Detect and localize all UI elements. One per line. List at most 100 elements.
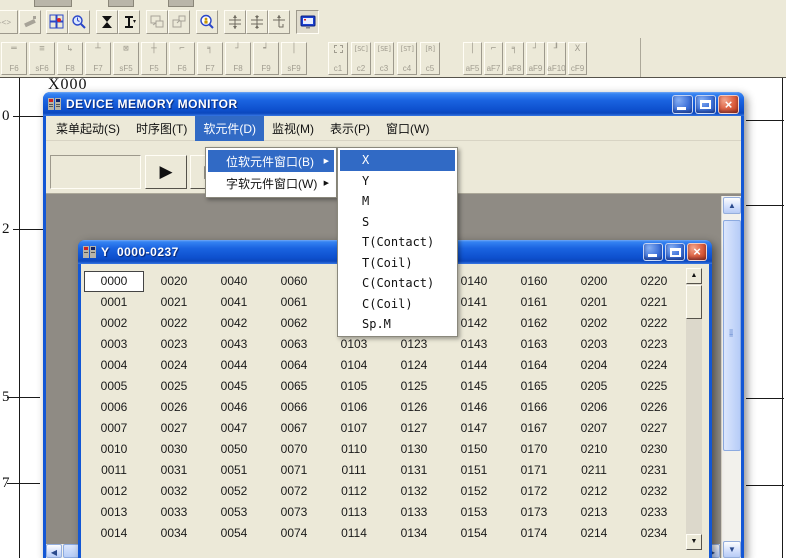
ladder-af8-button[interactable]: ╕aF8 <box>505 42 524 75</box>
grid-cell[interactable]: 0127 <box>384 418 444 439</box>
ladder-f9-button[interactable]: ┙F9 <box>253 42 279 75</box>
grid-scroll-up-button[interactable]: ▲ <box>686 268 702 284</box>
grid-cell[interactable]: 0151 <box>444 460 504 481</box>
ladder-sf9-button[interactable]: │sF9 <box>281 42 307 75</box>
submenu-item-m[interactable]: M <box>340 191 455 212</box>
grid-cell[interactable]: 0012 <box>84 481 144 502</box>
grid-cell[interactable]: 0145 <box>444 376 504 397</box>
grid-cell[interactable]: 0226 <box>624 397 684 418</box>
grid-cell[interactable]: 0006 <box>84 397 144 418</box>
grid-cell[interactable]: 0044 <box>204 355 264 376</box>
grid-cell[interactable]: 0002 <box>84 313 144 334</box>
grid-vertical-scrollbar[interactable]: ▲ ▼ <box>686 268 702 550</box>
menu-item-device[interactable]: 软元件(D) <box>195 116 264 141</box>
ladder-af9-button[interactable]: ┘aF9 <box>526 42 545 75</box>
grid-cell[interactable]: 0206 <box>564 397 624 418</box>
grid-cell[interactable]: 0211 <box>564 460 624 481</box>
grid-cell[interactable]: 0066 <box>264 397 324 418</box>
grid-cell[interactable]: 0160 <box>504 271 564 292</box>
dmm-minimize-button[interactable] <box>672 95 693 114</box>
grid-settings-icon[interactable] <box>46 10 68 34</box>
ladder-c2-button[interactable]: [SC]c2 <box>351 42 371 75</box>
grid-cell[interactable]: 0042 <box>204 313 264 334</box>
grid-cell[interactable]: 0032 <box>144 481 204 502</box>
grid-cell[interactable]: 0147 <box>444 418 504 439</box>
dmm-close-button[interactable]: × <box>718 95 739 114</box>
grid-cell[interactable]: 0110 <box>324 439 384 460</box>
grid-cell[interactable]: 0133 <box>384 502 444 523</box>
grid-cell[interactable]: 0060 <box>264 271 324 292</box>
grid-cell[interactable]: 0113 <box>324 502 384 523</box>
ladder-c3-button[interactable]: [SE]c3 <box>374 42 394 75</box>
grid-cell[interactable]: 0143 <box>444 334 504 355</box>
grid-cell[interactable]: 0004 <box>84 355 144 376</box>
grid-cell[interactable]: 0131 <box>384 460 444 481</box>
ladder-c5-button[interactable]: [R]c5 <box>420 42 440 75</box>
grid-cell[interactable]: 0221 <box>624 292 684 313</box>
grid-cell[interactable]: 0162 <box>504 313 564 334</box>
grid-cell[interactable]: 0054 <box>204 523 264 544</box>
grid-cell[interactable]: 0123 <box>384 334 444 355</box>
scroll-left-button[interactable]: ◀ <box>46 544 62 558</box>
grid-cell[interactable]: 0154 <box>444 523 504 544</box>
grid-cell[interactable]: 0106 <box>324 397 384 418</box>
ladder-af7-button[interactable]: ⌐aF7 <box>484 42 503 75</box>
grid-cell[interactable]: 0073 <box>264 502 324 523</box>
grid-cell[interactable]: 0132 <box>384 481 444 502</box>
ladder-f7-2-button[interactable]: ╕F7 <box>197 42 223 75</box>
grid-cell[interactable]: 0112 <box>324 481 384 502</box>
grid-cell[interactable]: 0165 <box>504 376 564 397</box>
grid-cell[interactable]: 0024 <box>144 355 204 376</box>
grid-cell[interactable]: 0230 <box>624 439 684 460</box>
submenu-item-x[interactable]: X <box>340 150 455 171</box>
grid-cell[interactable]: 0022 <box>144 313 204 334</box>
grid-cell[interactable]: 0173 <box>504 502 564 523</box>
grid-cell[interactable]: 0164 <box>504 355 564 376</box>
grid-cell[interactable]: 0033 <box>144 502 204 523</box>
menu-item-word-device-window[interactable]: 字软元件窗口(W)▶ <box>208 172 334 194</box>
ladder-convert-icon[interactable] <box>96 10 118 34</box>
grid-cell[interactable]: 0003 <box>84 334 144 355</box>
grid-cell[interactable]: 0064 <box>264 355 324 376</box>
grid-cell[interactable]: 0040 <box>204 271 264 292</box>
grid-cell[interactable]: 0233 <box>624 502 684 523</box>
menu-item-menu-start[interactable]: 菜单起动(S) <box>48 116 128 141</box>
grid-cell[interactable]: 0043 <box>204 334 264 355</box>
grid-cell[interactable]: 0232 <box>624 481 684 502</box>
ladder-f8-button[interactable]: ↳F8 <box>57 42 83 75</box>
ladder-f5-button[interactable]: ┼F5 <box>141 42 167 75</box>
grid-cell[interactable]: 0007 <box>84 418 144 439</box>
grid-cell[interactable]: 0174 <box>504 523 564 544</box>
grid-cell[interactable]: 0104 <box>324 355 384 376</box>
grid-cell[interactable]: 0200 <box>564 271 624 292</box>
grid-cell[interactable]: 0034 <box>144 523 204 544</box>
grid-cell[interactable]: 0171 <box>504 460 564 481</box>
grid-cell[interactable]: 0222 <box>624 313 684 334</box>
grid-cell[interactable]: 0207 <box>564 418 624 439</box>
grid-cell[interactable]: 0170 <box>504 439 564 460</box>
menu-item-timing-chart[interactable]: 时序图(T) <box>128 116 195 141</box>
grid-cell[interactable]: 0201 <box>564 292 624 313</box>
grid-cell[interactable]: 0071 <box>264 460 324 481</box>
submenu-item-c-coil[interactable]: C(Coil) <box>340 294 455 315</box>
ladder-af5-button[interactable]: │aF5 <box>463 42 482 75</box>
grid-cell[interactable]: 0046 <box>204 397 264 418</box>
submenu-item-c-contact[interactable]: C(Contact) <box>340 273 455 294</box>
grid-cell[interactable]: 0041 <box>204 292 264 313</box>
grid-cell[interactable]: 0205 <box>564 376 624 397</box>
edit-symbols-icon[interactable]: -<> <box>0 10 18 34</box>
ladder-f6-2-button[interactable]: ⌐F6 <box>169 42 195 75</box>
grid-cell[interactable]: 0204 <box>564 355 624 376</box>
grid-cell[interactable]: 0105 <box>324 376 384 397</box>
grid-cell[interactable]: 0005 <box>84 376 144 397</box>
grid-cell[interactable]: 0067 <box>264 418 324 439</box>
grid-cell[interactable]: 0146 <box>444 397 504 418</box>
grid-cell[interactable]: 0013 <box>84 502 144 523</box>
grid-cell[interactable]: 0210 <box>564 439 624 460</box>
scroll-down-button[interactable]: ▼ <box>723 541 741 558</box>
grid-cell[interactable]: 0074 <box>264 523 324 544</box>
dmm-maximize-button[interactable] <box>695 95 716 114</box>
ladder-f7-button[interactable]: ┴F7 <box>85 42 111 75</box>
grid-cell[interactable]: 0213 <box>564 502 624 523</box>
grid-cell[interactable]: 0150 <box>444 439 504 460</box>
